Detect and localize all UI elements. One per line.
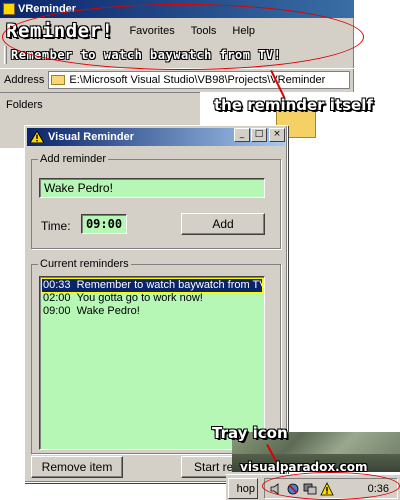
reminder-list-item[interactable]: 02:00 You gotta go to work now! — [42, 292, 262, 305]
annotation-reminder-itself: the reminder itself — [214, 96, 373, 114]
warning-icon — [30, 131, 44, 143]
reminder-text: Wake Pedro! — [76, 305, 140, 317]
reminder-list-item[interactable]: 00:33 Remember to watch baywatch from TV… — [41, 278, 265, 293]
add-button[interactable]: Add — [181, 213, 265, 235]
maximize-button[interactable]: □ — [251, 128, 267, 142]
folder-icon — [51, 74, 66, 85]
time-input[interactable]: 09:00 — [81, 214, 127, 234]
address-label: Address — [4, 73, 45, 86]
reminder-text: You gotta go to work now! — [76, 292, 203, 304]
highlight-ellipse-tray — [262, 472, 400, 500]
remove-item-button[interactable]: Remove item — [31, 456, 123, 478]
dialog-title: Visual Reminder — [48, 131, 134, 143]
reminder-list-item[interactable]: 09:00 Wake Pedro! — [42, 305, 262, 318]
reminder-text: Remember to watch baywatch from TV! — [76, 279, 265, 291]
close-button[interactable]: × — [269, 128, 285, 142]
current-reminders-group-label: Current reminders — [38, 258, 131, 270]
reminder-time: 00:33 — [43, 279, 71, 291]
reminder-time: 09:00 — [43, 305, 71, 317]
address-value: E:\Microsoft Visual Studio\VB98\Projects… — [69, 73, 326, 86]
caption-buttons: _ □ × — [233, 128, 285, 142]
add-reminder-group: Add reminder — [31, 153, 281, 249]
reminder-time: 02:00 — [43, 292, 71, 304]
highlight-ellipse-toolbar — [2, 4, 364, 70]
reminder-text-input[interactable]: Wake Pedro! — [39, 178, 265, 198]
annotation-tray-icon: Tray icon — [212, 424, 288, 442]
address-bar: Address E:\Microsoft Visual Studio\VB98\… — [0, 68, 354, 90]
add-reminder-group-label: Add reminder — [38, 153, 109, 165]
time-label: Time: — [41, 219, 71, 233]
app-icon — [3, 3, 15, 15]
address-field[interactable]: E:\Microsoft Visual Studio\VB98\Projects… — [48, 70, 350, 89]
folders-label: Folders — [6, 99, 43, 111]
toolbar-grip[interactable] — [4, 46, 7, 64]
minimize-button[interactable]: _ — [234, 128, 250, 142]
taskbar-button[interactable]: hop — [228, 478, 258, 499]
